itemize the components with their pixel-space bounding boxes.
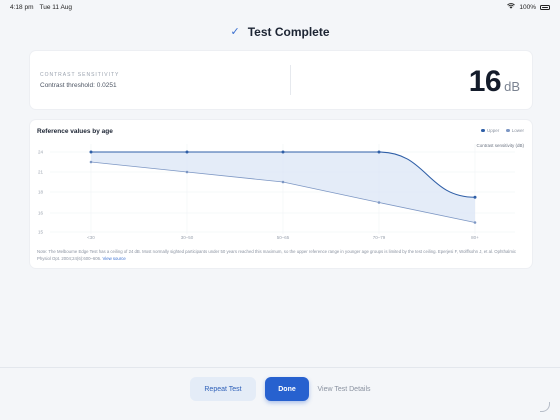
upper-point: [89, 150, 93, 154]
result-number: 16: [468, 65, 502, 98]
upper-point: [281, 150, 285, 154]
lower-point: [185, 170, 189, 174]
y-tick-label: 24: [38, 150, 44, 155]
reference-chart: 15 16 18 21 24 <30 30–50 50–65 70–79 80+: [38, 144, 515, 240]
battery-label: 100%: [519, 3, 536, 11]
x-tick-label: <30: [87, 235, 95, 240]
result-value: 16 dB: [469, 65, 520, 99]
result-divider: [290, 65, 291, 95]
x-tick-label: 30–50: [181, 235, 194, 240]
y-tick-label: 16: [38, 211, 44, 216]
done-button[interactable]: Done: [265, 377, 309, 401]
status-time: 4:18 pm: [10, 3, 34, 11]
upper-point: [377, 150, 381, 154]
y-tick-label: 15: [38, 230, 44, 235]
chart-note: Note: The Melbourne Edge Test has a ceil…: [37, 249, 527, 262]
x-tick-label: 80+: [471, 235, 479, 240]
chart-card: Reference values by age Upper Lower Cont…: [30, 120, 532, 268]
y-tick-label: 18: [38, 190, 44, 195]
page-title: Test Complete: [247, 25, 330, 39]
lower-point: [281, 180, 285, 184]
upper-point: [185, 150, 189, 154]
repeat-test-button[interactable]: Repeat Test: [190, 377, 256, 401]
lower-point: [473, 221, 477, 224]
lower-point: [377, 201, 381, 204]
result-card: CONTRAST SENSITIVITY Contrast threshold:…: [30, 51, 532, 109]
view-test-details-button[interactable]: View Test Details: [316, 377, 372, 401]
x-tick-label: 70–79: [373, 235, 386, 240]
upper-point: [473, 195, 477, 199]
x-tick-label: 50–65: [277, 235, 290, 240]
title-row: ✓ Test Complete: [0, 25, 560, 39]
checkmark-icon: ✓: [230, 25, 240, 38]
y-tick-label: 21: [38, 170, 44, 175]
result-unit: dB: [504, 79, 520, 94]
result-label: CONTRAST SENSITIVITY: [40, 72, 120, 78]
status-date: Tue 11 Aug: [39, 3, 73, 11]
lower-point: [89, 160, 93, 164]
wifi-icon: [507, 3, 516, 11]
battery-icon: [540, 4, 550, 10]
view-source-link[interactable]: View source: [102, 256, 125, 261]
result-sublabel: Contrast threshold: 0.0251: [40, 82, 117, 89]
status-bar: 4:18 pm Tue 11 Aug 100%: [0, 0, 560, 14]
